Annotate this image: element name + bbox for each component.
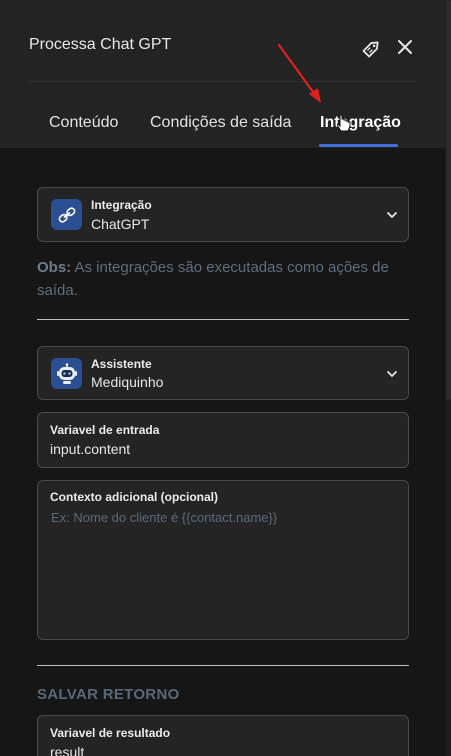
link-icon (51, 199, 82, 230)
tab-integracao[interactable]: Integração (320, 114, 401, 132)
result-variable-label: Variavel de resultado (50, 726, 171, 740)
assistant-label: Assistente (91, 357, 152, 371)
assistant-value: Mediquinho (91, 374, 164, 390)
integration-select[interactable]: Integração ChatGPT (37, 187, 409, 242)
obs-prefix: Obs: (37, 259, 72, 276)
input-variable-value: input.content (50, 441, 131, 457)
panel-header: Processa Chat GPT Conteúdo Condições de … (0, 0, 451, 148)
tab-condicoes-de-saida[interactable]: Condições de saída (150, 114, 291, 132)
chevron-down-icon (387, 371, 397, 377)
panel-title: Processa Chat GPT (29, 36, 172, 53)
context-textarea[interactable]: Contexto adicional (opcional) Ex: Nome d… (37, 480, 409, 640)
input-variable-label: Variavel de entrada (50, 423, 160, 437)
integration-value: ChatGPT (91, 216, 150, 232)
integration-label: Integração (91, 198, 152, 212)
assistant-select[interactable]: Assistente Mediquinho (37, 346, 409, 400)
save-return-title: SALVAR RETORNO (37, 686, 180, 703)
chevron-down-icon (387, 212, 397, 218)
obs-text: As integrações são executadas como ações… (37, 259, 389, 299)
section-divider (37, 319, 409, 320)
context-placeholder: Ex: Nome do cliente é {{contact.name}} (51, 510, 278, 525)
input-variable-field[interactable]: Variavel de entrada input.content (37, 412, 409, 468)
close-icon[interactable] (395, 37, 415, 57)
result-variable-field[interactable]: Variavel de resultado result (37, 715, 409, 756)
obs-note: Obs: As integrações são executadas como … (37, 256, 412, 302)
context-label: Contexto adicional (opcional) (50, 490, 219, 504)
scrollbar-thumb[interactable] (446, 0, 451, 400)
header-divider (28, 81, 416, 82)
section-divider (37, 665, 409, 666)
active-tab-indicator (319, 144, 398, 147)
tag-icon[interactable] (360, 36, 384, 60)
robot-icon (51, 358, 82, 389)
result-variable-value: result (50, 744, 85, 756)
tab-conteudo[interactable]: Conteúdo (49, 114, 118, 132)
